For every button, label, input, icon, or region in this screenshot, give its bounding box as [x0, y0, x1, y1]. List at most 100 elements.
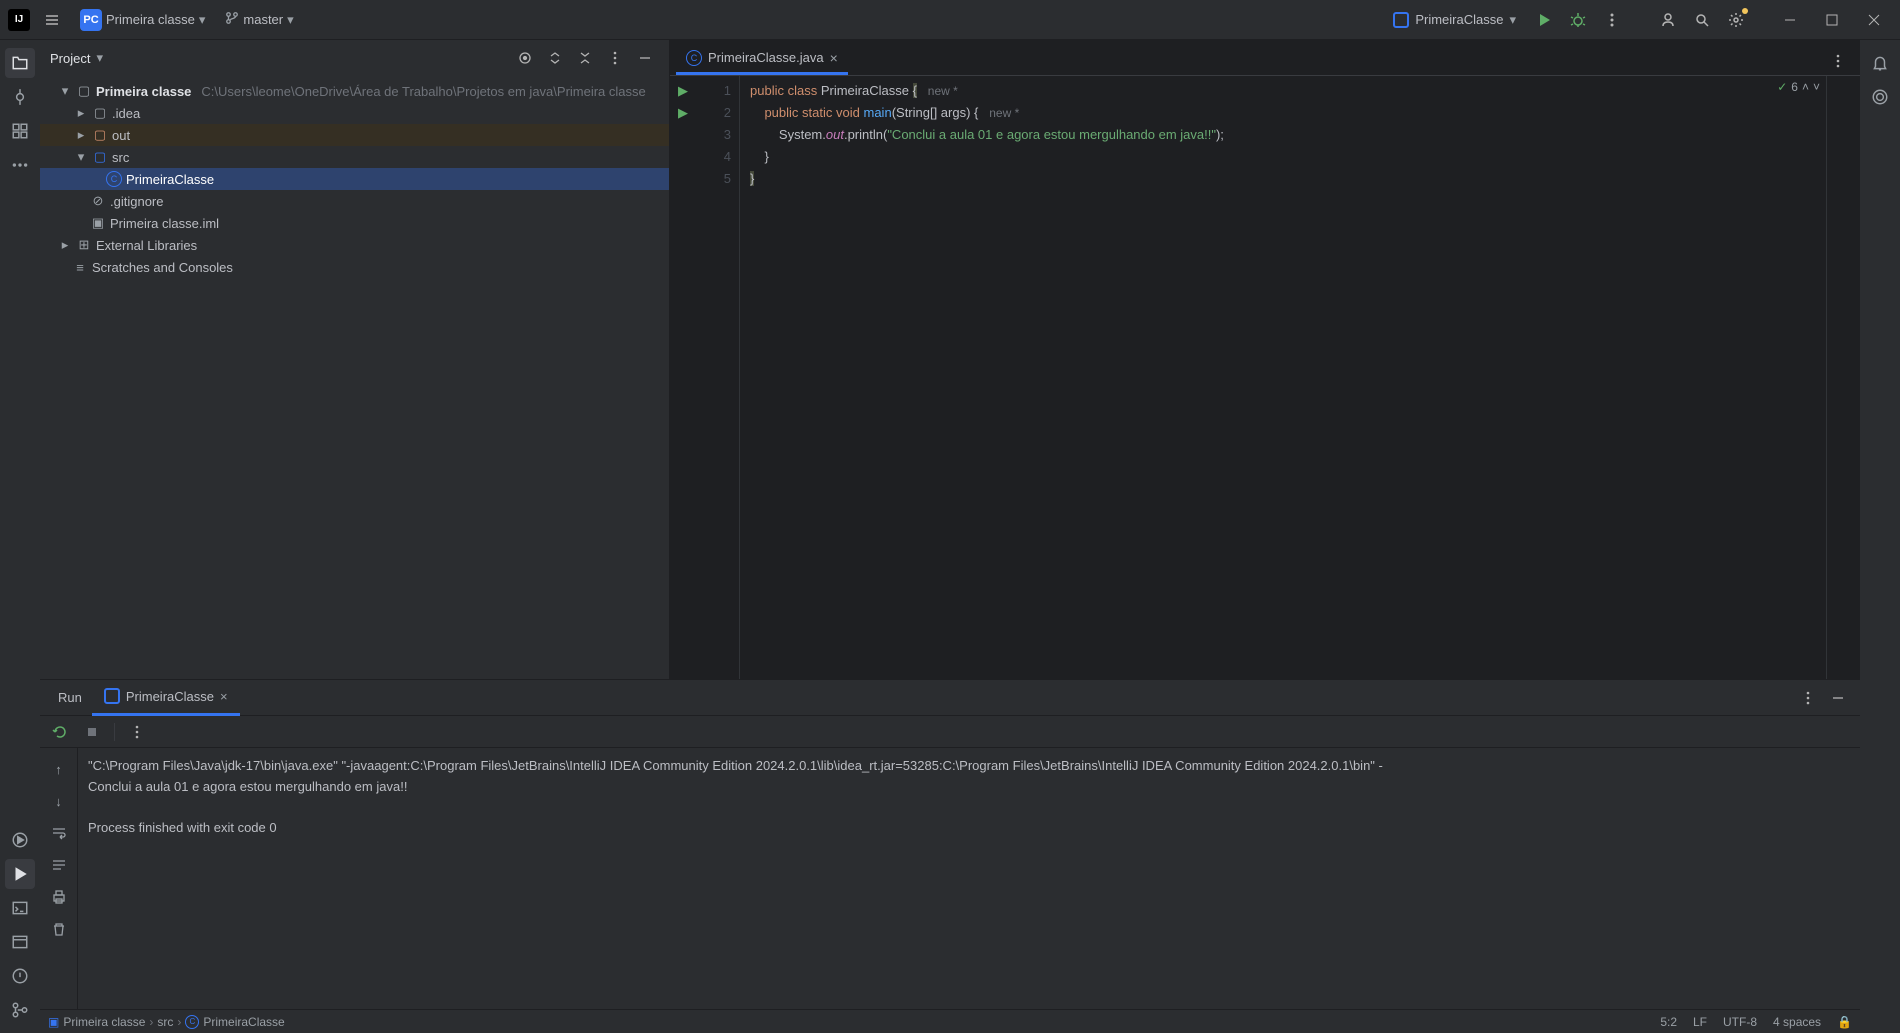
library-icon: ⊞ — [76, 237, 92, 253]
tree-file-gitignore[interactable]: ⊘ .gitignore — [40, 190, 669, 212]
project-name-label: Primeira classe — [106, 12, 195, 27]
chevron-down-icon: ▾ — [287, 12, 294, 28]
scroll-to-end-button[interactable] — [44, 850, 74, 880]
check-icon: ✓ — [1777, 80, 1787, 94]
commit-toolwindow-button[interactable] — [5, 82, 35, 112]
editor-tab[interactable]: C PrimeiraClasse.java × — [676, 43, 848, 75]
vcs-branch-selector[interactable]: master ▾ — [219, 9, 299, 30]
main-menu-button[interactable] — [38, 6, 66, 34]
scroll-up-button[interactable]: ↑ — [44, 754, 74, 784]
tree-path: C:\Users\leome\OneDrive\Área de Trabalho… — [201, 84, 645, 99]
code-with-me-button[interactable] — [1654, 6, 1682, 34]
editor-gutter: ▶1 ▶2 3 4 5 — [670, 76, 740, 679]
run-config-selector[interactable]: PrimeiraClasse ▾ — [1385, 9, 1524, 31]
select-opened-file-button[interactable] — [511, 44, 539, 72]
project-selector[interactable]: PC Primeira classe ▾ — [74, 7, 211, 33]
tree-folder-out[interactable]: ▸ ▢ out — [40, 124, 669, 146]
warnings-count[interactable]: 6 — [1791, 80, 1798, 94]
indent-setting[interactable]: 4 spaces — [1773, 1015, 1821, 1029]
close-tab-button[interactable]: × — [830, 50, 838, 66]
scroll-down-button[interactable]: ↓ — [44, 786, 74, 816]
class-icon: C — [185, 1015, 199, 1029]
class-icon: C — [106, 171, 122, 187]
debug-button[interactable] — [1564, 6, 1592, 34]
file-encoding[interactable]: UTF-8 — [1723, 1015, 1757, 1029]
git-toolwindow-button[interactable] — [5, 995, 35, 1025]
tree-label: Scratches and Consoles — [92, 260, 233, 275]
tree-class-file[interactable]: C PrimeiraClasse — [40, 168, 669, 190]
folder-icon: ▢ — [92, 149, 108, 165]
run-panel-title: Run — [48, 690, 92, 705]
tree-scratches[interactable]: ≡ Scratches and Consoles — [40, 256, 669, 278]
project-panel: Project ▾ ▾ ▢ Primeira cl — [40, 40, 670, 679]
minimize-window-button[interactable] — [1772, 6, 1808, 34]
build-toolwindow-button[interactable] — [5, 927, 35, 957]
cursor-position[interactable]: 5:2 — [1660, 1015, 1677, 1029]
chevron-down-icon[interactable]: ▾ — [96, 50, 103, 66]
maximize-window-button[interactable] — [1814, 6, 1850, 34]
run-gutter-icon[interactable]: ▶ — [678, 80, 688, 102]
breadcrumb-item[interactable]: PrimeiraClasse — [203, 1015, 284, 1029]
soft-wrap-button[interactable] — [44, 818, 74, 848]
tree-project-root[interactable]: ▾ ▢ Primeira classe C:\Users\leome\OneDr… — [40, 80, 669, 102]
expand-all-button[interactable] — [541, 44, 569, 72]
tree-label: out — [112, 128, 130, 143]
class-icon: C — [686, 50, 702, 66]
chevron-down-icon: ▾ — [199, 12, 206, 28]
line-separator[interactable]: LF — [1693, 1015, 1707, 1029]
clear-console-button[interactable] — [44, 914, 74, 944]
editor-error-stripe[interactable] — [1826, 76, 1860, 679]
chevron-right-icon: ▸ — [58, 237, 72, 253]
terminal-toolwindow-button[interactable] — [5, 893, 35, 923]
tree-folder-idea[interactable]: ▸ ▢ .idea — [40, 102, 669, 124]
breadcrumb-item[interactable]: Primeira classe — [63, 1015, 145, 1029]
close-tab-button[interactable]: × — [220, 689, 228, 704]
run-config-label: PrimeiraClasse — [1415, 12, 1503, 27]
run-tab[interactable]: PrimeiraClasse × — [92, 680, 240, 716]
panel-options-button[interactable] — [601, 44, 629, 72]
hide-panel-button[interactable] — [631, 44, 659, 72]
run-button[interactable] — [1530, 6, 1558, 34]
run-gutter-icon[interactable]: ▶ — [678, 102, 688, 124]
folder-icon: ▢ — [76, 83, 92, 99]
module-icon: ▣ — [48, 1015, 59, 1029]
collapse-all-button[interactable] — [571, 44, 599, 72]
search-button[interactable] — [1688, 6, 1716, 34]
tree-external-libraries[interactable]: ▸ ⊞ External Libraries — [40, 234, 669, 256]
tree-label: Primeira classe — [96, 84, 191, 99]
more-toolwindows-button[interactable] — [5, 150, 35, 180]
more-actions-button[interactable] — [1598, 6, 1626, 34]
console-output[interactable]: "C:\Program Files\Java\jdk-17\bin\java.e… — [78, 748, 1860, 1009]
problems-toolwindow-button[interactable] — [5, 961, 35, 991]
tree-folder-src[interactable]: ▾ ▢ src — [40, 146, 669, 168]
print-button[interactable] — [44, 882, 74, 912]
editor-more-button[interactable] — [1824, 47, 1852, 75]
structure-toolwindow-button[interactable] — [5, 116, 35, 146]
prev-highlight-button[interactable]: ˄ — [1802, 80, 1809, 94]
folder-icon: ▢ — [92, 105, 108, 121]
hide-run-panel-button[interactable] — [1824, 684, 1852, 712]
editor-code[interactable]: public class PrimeiraClasse { new * publ… — [740, 76, 1826, 679]
scratches-icon: ≡ — [72, 259, 88, 275]
run-toolwindow-button[interactable] — [5, 859, 35, 889]
settings-button[interactable] — [1722, 6, 1750, 34]
run-panel-options-button[interactable] — [1794, 684, 1822, 712]
next-highlight-button[interactable]: ˅ — [1813, 80, 1820, 94]
run-more-button[interactable] — [123, 718, 151, 746]
readonly-lock-icon[interactable]: 🔒 — [1837, 1015, 1852, 1029]
chevron-right-icon: › — [177, 1015, 181, 1029]
breadcrumb-item[interactable]: src — [157, 1015, 173, 1029]
project-badge-icon: PC — [80, 9, 102, 31]
ai-assistant-button[interactable] — [1865, 82, 1895, 112]
rerun-button[interactable] — [46, 718, 74, 746]
project-toolwindow-button[interactable] — [5, 48, 35, 78]
close-window-button[interactable] — [1856, 6, 1892, 34]
services-toolwindow-button[interactable] — [5, 825, 35, 855]
tree-file-iml[interactable]: ▣ Primeira classe.iml — [40, 212, 669, 234]
module-icon: ▣ — [90, 215, 106, 231]
notifications-button[interactable] — [1865, 48, 1895, 78]
run-config-icon — [1393, 12, 1409, 28]
project-panel-title: Project — [50, 51, 90, 66]
chevron-right-icon: ▸ — [74, 127, 88, 143]
stop-button[interactable] — [78, 718, 106, 746]
